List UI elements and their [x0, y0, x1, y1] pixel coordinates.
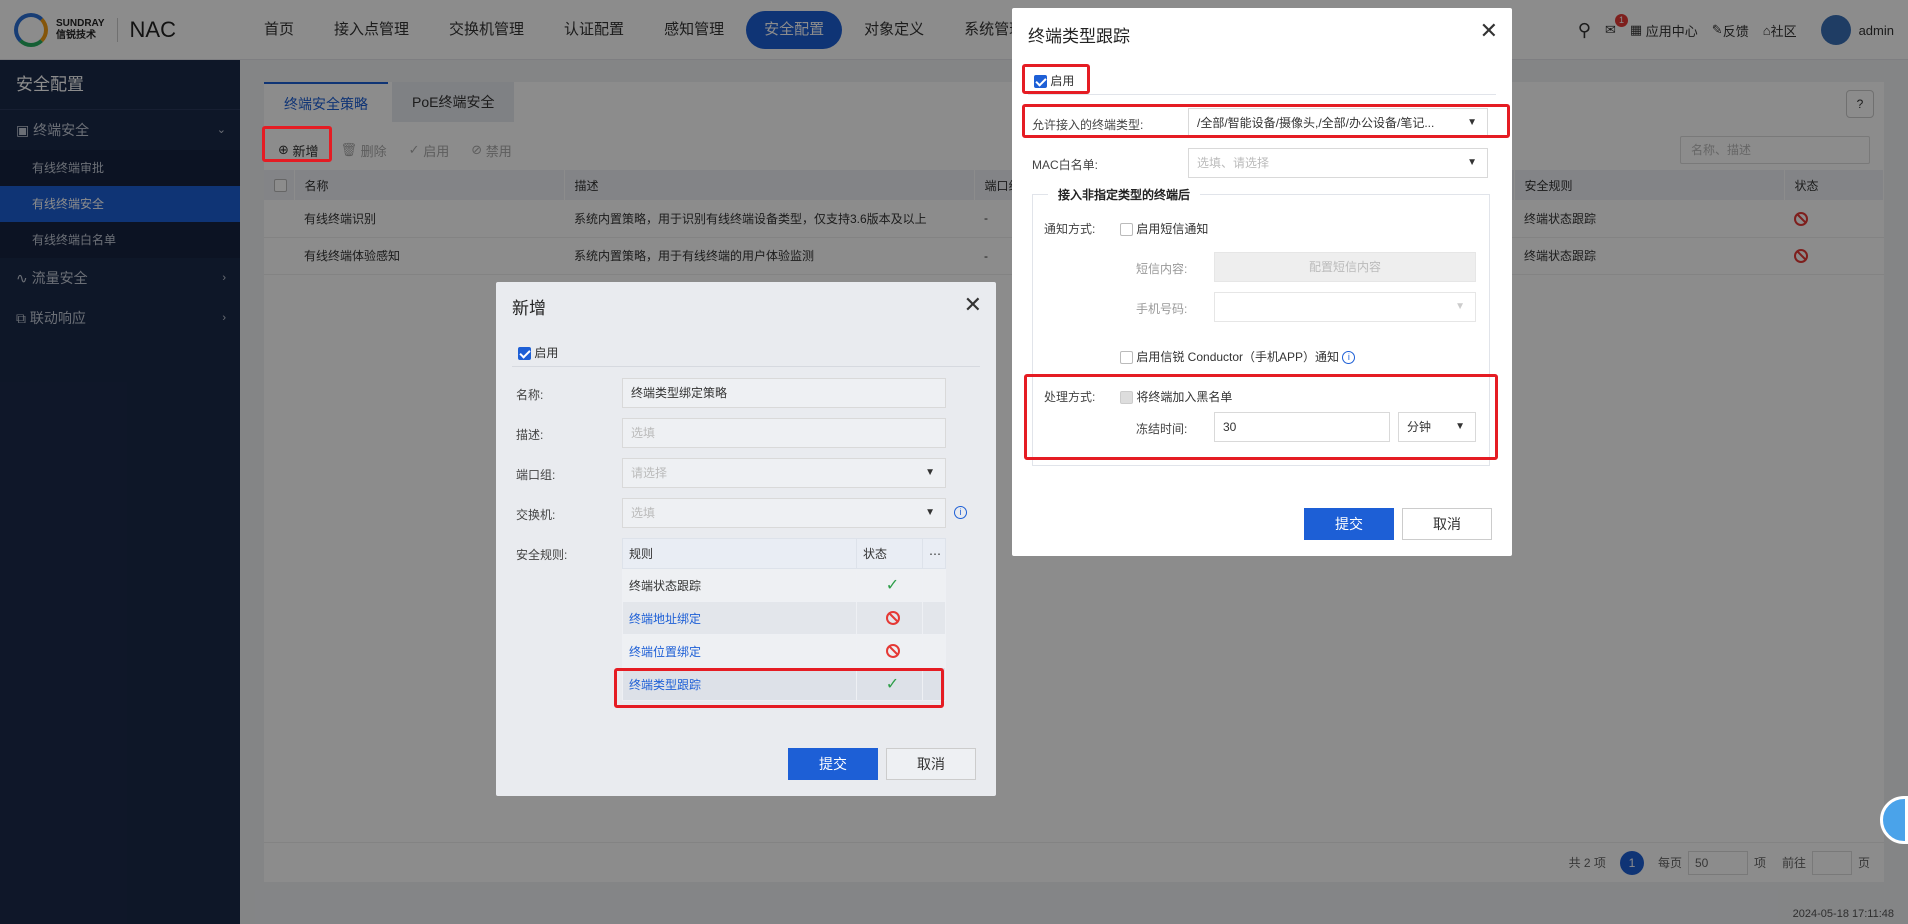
mac-whitelist-label: MAC白名单: [1032, 158, 1099, 172]
rules-col-status: 状态 [856, 538, 923, 569]
highlight-box [1022, 64, 1090, 94]
highlight-box [1022, 104, 1510, 138]
name-input[interactable]: 终端类型绑定策略 [622, 378, 946, 408]
check-icon: ✓ [885, 577, 900, 594]
checkbox-icon [1120, 351, 1133, 365]
more-icon[interactable]: ⋯ [922, 538, 946, 569]
close-icon[interactable]: ✕ [964, 292, 982, 318]
switch-label: 交换机: [516, 508, 556, 522]
phone-label: 手机号码: [1136, 302, 1188, 316]
rules-label: 安全规则: [516, 548, 568, 562]
checkbox-checked-icon [518, 347, 531, 361]
dialog-title: 终端类型跟踪 [1028, 27, 1130, 46]
port-select[interactable]: 请选择 ▼ [622, 458, 946, 488]
rule-name: 终端状态跟踪 [622, 568, 857, 602]
rule-name[interactable]: 终端地址绑定 [622, 601, 857, 635]
rules-col-rule: 规则 [622, 538, 857, 569]
caret-down-icon: ▼ [925, 467, 935, 478]
table-row[interactable]: 终端状态跟踪 ✓ [622, 568, 946, 602]
sms-content-button[interactable]: 配置短信内容 [1214, 252, 1476, 282]
add-dialog: 新增 ✕ 启用 名称: 终端类型绑定策略 描述: 选填 端口组: 请选择 ▼ 交换… [496, 282, 996, 796]
mac-whitelist-select[interactable]: 选填、请选择 ▼ [1188, 148, 1488, 178]
divider [512, 366, 980, 367]
table-row[interactable]: 终端地址绑定 [622, 601, 946, 635]
submit-button[interactable]: 提交 [1304, 508, 1394, 540]
sms-checkbox[interactable]: 启用短信通知 [1120, 220, 1208, 237]
cancel-button[interactable]: 取消 [1402, 508, 1492, 540]
port-label: 端口组: [516, 468, 556, 482]
close-icon[interactable]: ✕ [1480, 18, 1498, 44]
desc-label: 描述: [516, 428, 544, 442]
caret-down-icon: ▼ [925, 507, 935, 518]
track-dialog: 终端类型跟踪 ✕ 启用 允许接入的终端类型: /全部/智能设备/摄像头,/全部/… [1012, 8, 1512, 556]
caret-down-icon: ▼ [1455, 301, 1465, 312]
highlight-box [614, 668, 944, 708]
sms-content-label: 短信内容: [1136, 262, 1188, 276]
submit-button[interactable]: 提交 [788, 748, 878, 780]
divider [1028, 94, 1496, 95]
caret-down-icon: ▼ [1467, 157, 1477, 168]
notify-label: 通知方式: [1044, 222, 1096, 236]
cancel-button[interactable]: 取消 [886, 748, 976, 780]
disabled-icon [885, 644, 900, 659]
conductor-checkbox[interactable]: 启用信锐 Conductor（手机APP）通知 i [1120, 348, 1356, 365]
table-row[interactable]: 终端位置绑定 [622, 634, 946, 668]
phone-select[interactable]: ▼ [1214, 292, 1476, 322]
highlight-box [1024, 374, 1498, 460]
info-icon[interactable]: i [1342, 351, 1356, 365]
section-title: 接入非指定类型的终端后 [1048, 186, 1201, 203]
name-label: 名称: [516, 388, 544, 402]
info-icon[interactable]: i [954, 506, 967, 519]
rule-name[interactable]: 终端位置绑定 [622, 634, 857, 668]
checkbox-icon [1120, 223, 1133, 237]
switch-select[interactable]: 选填 ▼ [622, 498, 946, 528]
enable-checkbox[interactable]: 启用 [518, 344, 558, 361]
dialog-title: 新增 [512, 299, 546, 318]
desc-input[interactable]: 选填 [622, 418, 946, 448]
disabled-icon [885, 611, 900, 626]
highlight-box [262, 126, 332, 162]
